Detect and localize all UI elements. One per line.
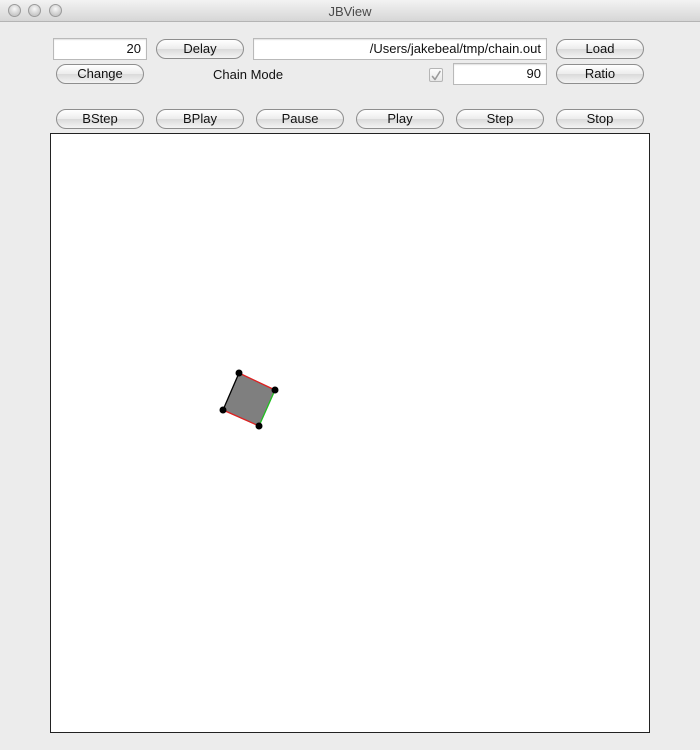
simulation-canvas[interactable] [50,133,650,733]
delay-button[interactable]: Delay [156,39,244,59]
ratio-input[interactable]: 90 [453,63,547,85]
vertex-point [219,406,227,414]
vertex-point [235,369,243,377]
chain-drawing [219,369,279,430]
title-bar: JBView [0,0,700,22]
bstep-button[interactable]: BStep [56,109,144,129]
play-button[interactable]: Play [356,109,444,129]
change-button[interactable]: Change [56,64,144,84]
chain-mode-checkbox[interactable] [429,68,443,82]
delay-input[interactable]: 20 [53,38,147,60]
chain-mode-label: Chain Mode [213,67,284,82]
bplay-button[interactable]: BPlay [156,109,244,129]
vertex-point [271,386,279,394]
window-title: JBView [328,4,372,19]
stop-button[interactable]: Stop [556,109,644,129]
app-window: JBView 20 Delay /Users/jakebeal/tmp/chai… [0,0,700,750]
checkmark-icon [431,70,441,81]
step-button[interactable]: Step [456,109,544,129]
ratio-button[interactable]: Ratio [556,64,644,84]
pause-button[interactable]: Pause [256,109,344,129]
file-path-input[interactable]: /Users/jakebeal/tmp/chain.out [253,38,547,60]
vertex-point [255,422,263,430]
load-button[interactable]: Load [556,39,644,59]
chain-square-body [222,372,276,427]
